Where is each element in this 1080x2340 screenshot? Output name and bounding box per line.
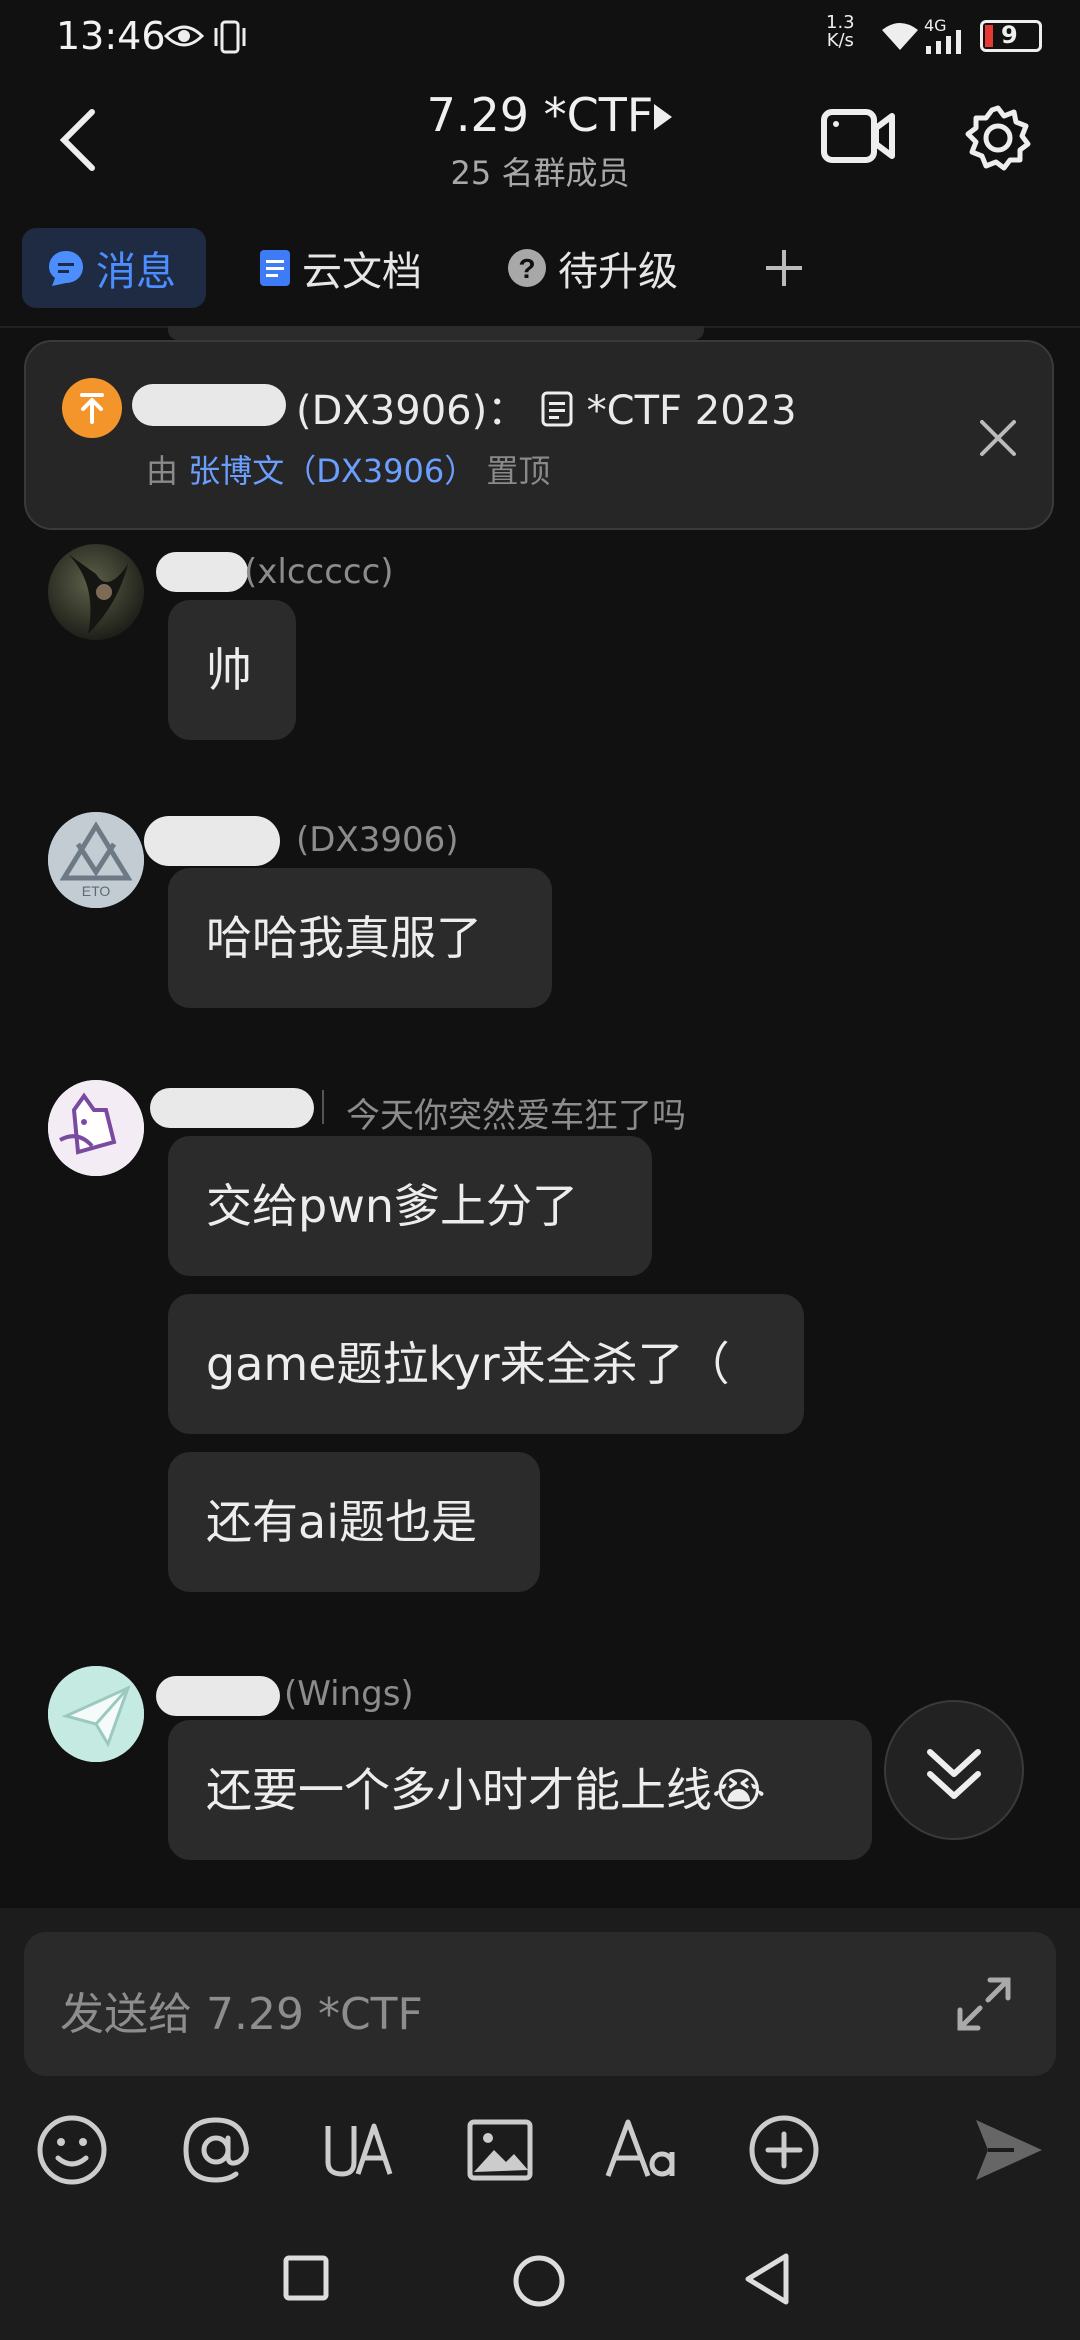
home-button[interactable] xyxy=(512,2254,566,2308)
avatar[interactable] xyxy=(48,544,144,640)
pinned-sender-id: (DX3906) xyxy=(296,388,488,434)
tab-cloud-docs[interactable]: 云文档 xyxy=(258,228,422,308)
pin-top-arrow-icon xyxy=(80,393,104,424)
wifi-icon xyxy=(882,23,918,50)
network-speed-unit: K/s xyxy=(826,30,854,51)
vibrate-icon xyxy=(214,20,246,54)
svg-text:ETO: ETO xyxy=(82,883,111,899)
message-bubble[interactable]: 交给pwn爹上分了 xyxy=(168,1136,652,1276)
video-call-button[interactable] xyxy=(820,106,896,166)
avatar-paper-plane-image xyxy=(48,1666,144,1762)
message-text: 帅 xyxy=(206,643,252,697)
tab-cloud-docs-label: 云文档 xyxy=(302,249,422,295)
crying-emoji: 😭 xyxy=(712,1763,766,1817)
scroll-to-bottom-button[interactable] xyxy=(884,1700,1024,1840)
caret-right-icon[interactable] xyxy=(652,102,674,132)
tab-messages[interactable]: 消息 xyxy=(22,228,206,308)
status-time: 13:46 xyxy=(56,14,166,58)
avatar[interactable]: ETO xyxy=(48,812,144,908)
member-count[interactable]: 25 名群成员 xyxy=(0,148,1080,194)
pinned-by-line: 由 张博文（DX3906） 置顶 xyxy=(146,446,550,492)
translate-text-icon[interactable] xyxy=(320,2112,396,2188)
pinned-doc-title[interactable]: *CTF 2023 xyxy=(587,388,797,434)
redacted-name xyxy=(132,384,286,426)
question-circle-icon: ? xyxy=(508,249,546,287)
redacted-name xyxy=(156,1676,280,1716)
network-speed: 1.3 K/s xyxy=(826,14,855,50)
message-input-placeholder[interactable]: 发送给 7.29 *CTF xyxy=(60,1978,423,2042)
avatar-character-image xyxy=(68,554,128,634)
expand-icon[interactable] xyxy=(954,1974,1014,2034)
pinned-separator: ： xyxy=(487,388,528,434)
pinned-content: (DX3906)： *CTF 2023 xyxy=(296,378,797,436)
message-text: 交给pwn爹上分了 xyxy=(206,1179,578,1233)
battery-icon: 9 xyxy=(980,20,1042,52)
chat-bubble-icon xyxy=(49,251,83,286)
add-circle-icon[interactable] xyxy=(746,2112,822,2188)
message-bubble[interactable]: 还有ai题也是 xyxy=(168,1452,540,1592)
add-tab-button[interactable] xyxy=(762,228,816,308)
tab-pending-upgrade[interactable]: ? 待升级 xyxy=(506,228,678,308)
doc-outline-icon xyxy=(541,391,573,427)
message-bubble[interactable]: 哈哈我真服了 xyxy=(168,868,552,1008)
chat-tabs: 消息 云文档 ? 待升级 xyxy=(0,222,1080,328)
redacted-name xyxy=(156,552,248,592)
previous-bubble-fragment xyxy=(168,326,704,340)
settings-gear-icon[interactable] xyxy=(964,104,1032,172)
mention-icon[interactable] xyxy=(178,2112,254,2188)
double-chevron-down-icon xyxy=(927,1749,981,1799)
message-bubble[interactable]: game题拉kyr来全杀了（ xyxy=(168,1294,804,1434)
sender-name[interactable]: (DX3906) xyxy=(296,820,459,860)
text-format-icon[interactable] xyxy=(604,2112,680,2188)
plus-icon xyxy=(766,250,802,286)
svg-text:?: ? xyxy=(518,253,535,284)
sender-name[interactable]: (Wings) xyxy=(284,1674,414,1714)
chat-title[interactable]: 7.29 *CTF xyxy=(0,88,1080,142)
pinned-action: 置顶 xyxy=(486,452,551,490)
send-icon[interactable] xyxy=(970,2112,1046,2188)
message-text: 哈哈我真服了 xyxy=(206,911,482,965)
avatar-eto-logo-image: ETO xyxy=(48,812,144,908)
document-icon xyxy=(260,250,290,286)
message-text: 还有ai题也是 xyxy=(206,1495,477,1549)
emoji-icon[interactable] xyxy=(34,2112,110,2188)
tab-pending-upgrade-label: 待升级 xyxy=(558,249,678,295)
pin-icon xyxy=(62,378,122,438)
sender-status[interactable]: 今天你突然爱车狂了吗 xyxy=(346,1088,686,1137)
eye-icon xyxy=(164,25,204,47)
tab-messages-label: 消息 xyxy=(96,249,176,295)
close-icon[interactable] xyxy=(978,418,1018,458)
avatar[interactable] xyxy=(48,1666,144,1762)
message-text: game题拉kyr来全杀了（ xyxy=(206,1337,730,1391)
name-divider xyxy=(322,1090,324,1124)
pinned-message-banner[interactable]: (DX3906)： *CTF 2023 由 张博文（DX3906） 置顶 xyxy=(24,340,1054,530)
sender-name[interactable]: (xlccccc) xyxy=(244,552,394,592)
status-bar: 13:46 1.3 K/s 4G 9 xyxy=(0,0,1080,80)
avatar-pixel-cat-image xyxy=(48,1080,144,1176)
pinned-by-prefix: 由 xyxy=(146,452,179,490)
avatar[interactable] xyxy=(48,1080,144,1176)
redacted-name xyxy=(144,816,280,866)
signal-icon xyxy=(926,30,961,54)
pinned-by-name[interactable]: 张博文（DX3906） xyxy=(188,452,476,490)
recent-apps-button[interactable] xyxy=(282,2254,330,2302)
redacted-name xyxy=(150,1088,314,1128)
nav-back-button[interactable] xyxy=(742,2252,792,2306)
message-bubble[interactable]: 帅 xyxy=(168,600,296,740)
image-icon[interactable] xyxy=(462,2112,538,2188)
battery-percent: 9 xyxy=(1001,21,1018,49)
message-bubble[interactable]: 还要一个多小时才能上线😭 xyxy=(168,1720,872,1860)
message-text: 还要一个多小时才能上线 xyxy=(206,1763,712,1817)
battery-level xyxy=(985,25,993,47)
